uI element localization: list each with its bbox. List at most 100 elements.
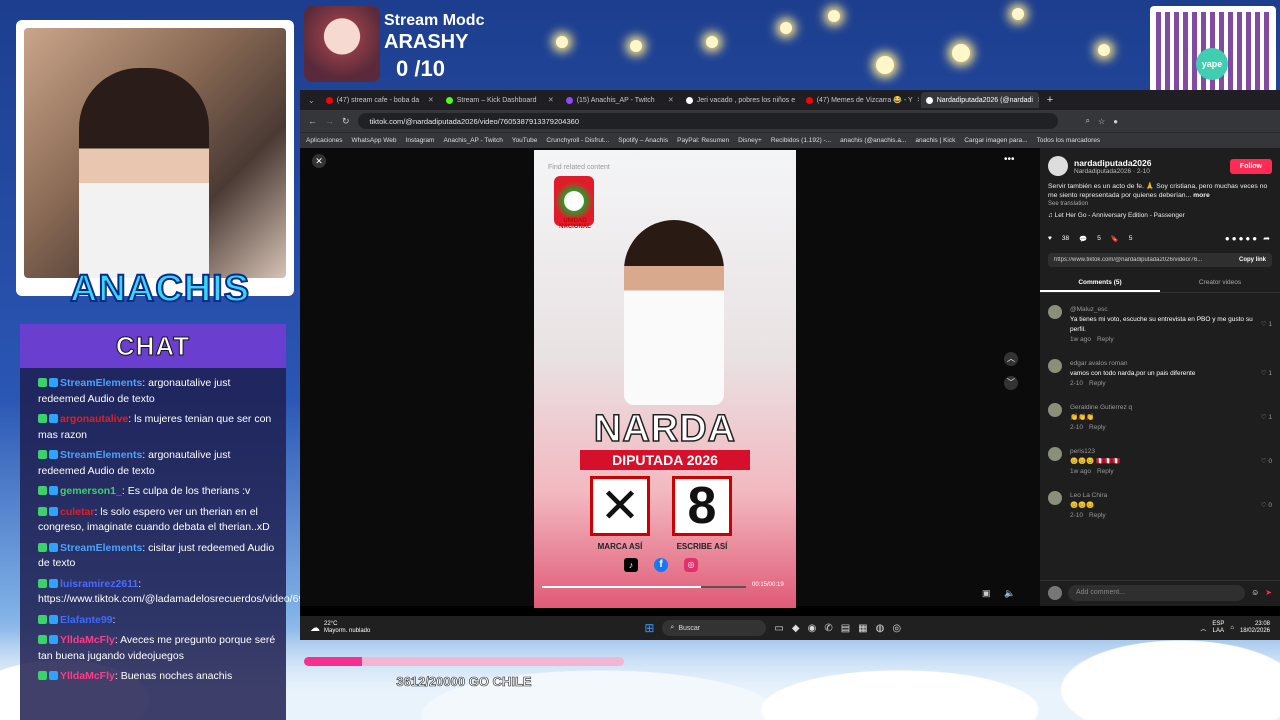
tab-close-icon[interactable]: ✕ xyxy=(548,96,554,104)
bookmark-item[interactable]: Instagram xyxy=(406,137,435,144)
network-icon[interactable]: ⌂ xyxy=(1230,625,1234,631)
bookmark-item[interactable]: anachis (@anachis.a... xyxy=(840,137,906,144)
commenter-name[interactable]: edgar avalos roman xyxy=(1070,359,1253,369)
clock-time[interactable]: 23:08 xyxy=(1240,621,1270,628)
copy-link-button[interactable]: Copy link xyxy=(1233,257,1272,263)
chat-username[interactable]: argonautalive xyxy=(60,413,128,425)
comment-date: 2-10 xyxy=(1070,512,1084,519)
bookmark-item[interactable]: Recibidos (1.192) -... xyxy=(771,137,831,144)
chat-username[interactable]: YlldaMcFly xyxy=(60,634,115,646)
browser-tab[interactable]: Nardadiputada2026 (@nardadi ✕ xyxy=(920,92,1039,108)
commenter-avatar[interactable] xyxy=(1048,403,1062,417)
bookmark-item[interactable]: Aplicaciones xyxy=(306,137,343,144)
url-field[interactable]: tiktok.com/@nardadiputada2026/video/7605… xyxy=(357,113,1058,129)
share-icons[interactable]: ●●●●● ➦ xyxy=(1225,234,1272,243)
tab-creator-videos[interactable]: Creator videos xyxy=(1160,275,1280,292)
tiktok-video[interactable]: Find related content UNIDAD NACIONAL NAR… xyxy=(534,150,796,608)
zoom-icon[interactable]: ⌕ xyxy=(1086,116,1090,126)
browser-tab[interactable]: (47) stream cafe - boba da ✕ xyxy=(321,92,439,108)
ai-app-icon[interactable]: ◆ xyxy=(792,623,800,634)
commenter-name[interactable]: peris123 xyxy=(1070,447,1253,457)
bookmark-item[interactable]: Todos los marcadores xyxy=(1037,137,1101,144)
save-icon[interactable]: 🔖 xyxy=(1111,235,1119,243)
next-video-icon[interactable]: ﹀ xyxy=(1004,376,1018,390)
tab-close-icon[interactable]: ✕ xyxy=(668,96,674,104)
taskbar-search[interactable]: ⌕ Buscar xyxy=(662,620,767,636)
tab-search-icon[interactable]: ⌄ xyxy=(308,96,315,105)
captions-icon[interactable]: ▣ xyxy=(982,588,991,599)
tab-close-icon[interactable]: ✕ xyxy=(917,96,919,104)
browser-tab[interactable]: Stream – Kick Dashboard ✕ xyxy=(441,92,559,108)
reload-icon[interactable]: ↻ xyxy=(342,116,350,127)
bookmark-item[interactable]: PayPal: Resumen xyxy=(677,137,729,144)
bookmark-item[interactable]: Cargar imagen para... xyxy=(964,137,1027,144)
related-search[interactable]: Find related content xyxy=(548,164,610,171)
commenter-avatar[interactable] xyxy=(1048,305,1062,319)
back-icon[interactable]: ← xyxy=(308,116,317,126)
volume-icon[interactable]: 🔈 xyxy=(1004,588,1015,599)
whatsapp-icon[interactable]: ✆ xyxy=(824,623,832,634)
add-comment-input[interactable]: Add comment... xyxy=(1068,584,1246,601)
bookmark-item[interactable]: YouTube xyxy=(512,137,538,144)
windows-start-icon[interactable]: ⊞ xyxy=(644,621,654,635)
follow-button[interactable]: Follow xyxy=(1229,158,1272,174)
bookmark-item[interactable]: Disney+ xyxy=(738,137,762,144)
chat-username[interactable]: Elafante99 xyxy=(60,614,113,626)
bookmark-item[interactable]: WhatsApp Web xyxy=(352,137,397,144)
keyboard-lang[interactable]: ESP xyxy=(1212,621,1224,628)
commenter-avatar[interactable] xyxy=(1048,491,1062,505)
bookmark-item[interactable]: anachis | Kick xyxy=(915,137,955,144)
reply-button[interactable]: Reply xyxy=(1089,512,1106,519)
reply-button[interactable]: Reply xyxy=(1089,380,1106,387)
bookmark-star-icon[interactable]: ☆ xyxy=(1098,117,1105,126)
new-tab-icon[interactable]: + xyxy=(1047,94,1053,106)
tab-close-icon[interactable]: ✕ xyxy=(1037,96,1039,104)
browser-tab[interactable]: (47) Memes de Vizcarra 😂 - Y ✕ xyxy=(801,92,919,108)
commenter-avatar[interactable] xyxy=(1048,447,1062,461)
discord-icon[interactable]: ◍ xyxy=(876,623,885,634)
commenter-name[interactable]: Geraldine Gutierrez q xyxy=(1070,403,1253,413)
commenter-avatar[interactable] xyxy=(1048,359,1062,373)
more-link[interactable]: more xyxy=(1193,192,1210,199)
chat-username[interactable]: culetar xyxy=(60,506,94,518)
commenter-name[interactable]: Leo La Chira xyxy=(1070,491,1253,501)
profile-icon[interactable]: ● xyxy=(1113,117,1118,126)
chat-username[interactable]: YlldaMcFly xyxy=(60,670,115,682)
comment-icon[interactable]: 💬 xyxy=(1079,235,1087,243)
like-icon[interactable]: ♥ xyxy=(1048,235,1052,242)
reply-button[interactable]: Reply xyxy=(1097,468,1114,475)
more-options-icon[interactable]: ••• xyxy=(1004,154,1015,165)
chat-username[interactable]: StreamElements xyxy=(60,542,142,554)
commenter-name[interactable]: @Maluz_esc xyxy=(1070,305,1253,315)
chat-username[interactable]: StreamElements xyxy=(60,449,142,461)
previous-video-icon[interactable]: ︿ xyxy=(1004,352,1018,366)
chat-username[interactable]: gemerson1_ xyxy=(60,485,122,497)
folder-icon[interactable]: ▤ xyxy=(841,623,850,634)
tab-close-icon[interactable]: ✕ xyxy=(428,96,434,104)
author-name[interactable]: nardadiputada2026 xyxy=(1074,158,1224,168)
reply-button[interactable]: Reply xyxy=(1089,424,1106,431)
obs-icon[interactable]: ◎ xyxy=(892,623,901,634)
tray-chevron-icon[interactable]: ︿ xyxy=(1200,624,1206,633)
task-view-icon[interactable]: ▭ xyxy=(774,623,783,634)
browser-tab[interactable]: Jeri vacado , pobres los niños e✕ xyxy=(681,92,799,108)
facebook-icon: f xyxy=(654,558,668,572)
send-icon[interactable]: ➤ xyxy=(1265,588,1272,597)
bookmark-item[interactable]: Crunchyroll - Disfrut... xyxy=(546,137,609,144)
see-translation[interactable]: See translation xyxy=(1048,200,1272,209)
tab-comments[interactable]: Comments (5) xyxy=(1040,275,1160,292)
close-icon[interactable]: ✕ xyxy=(312,154,326,168)
chat-username[interactable]: luisramirez2611 xyxy=(60,578,138,590)
bookmark-item[interactable]: Anachis_AP - Twitch xyxy=(443,137,502,144)
reply-button[interactable]: Reply xyxy=(1097,336,1114,343)
video-progress-bar[interactable] xyxy=(542,586,746,588)
author-avatar[interactable] xyxy=(1048,156,1068,176)
emoji-icon[interactable]: ☺ xyxy=(1251,588,1259,597)
browser-tab[interactable]: (15) Anachis_AP - Twitch ✕ xyxy=(561,92,679,108)
bookmark-item[interactable]: Spotify – Anachis xyxy=(618,137,668,144)
forward-icon[interactable]: → xyxy=(325,116,334,126)
store-icon[interactable]: ▦ xyxy=(858,623,867,634)
music-info[interactable]: ♫ Let Her Go - Anniversary Edition - Pas… xyxy=(1048,211,1272,220)
chat-username[interactable]: StreamElements xyxy=(60,377,142,389)
chrome-icon[interactable]: ◉ xyxy=(808,623,817,634)
